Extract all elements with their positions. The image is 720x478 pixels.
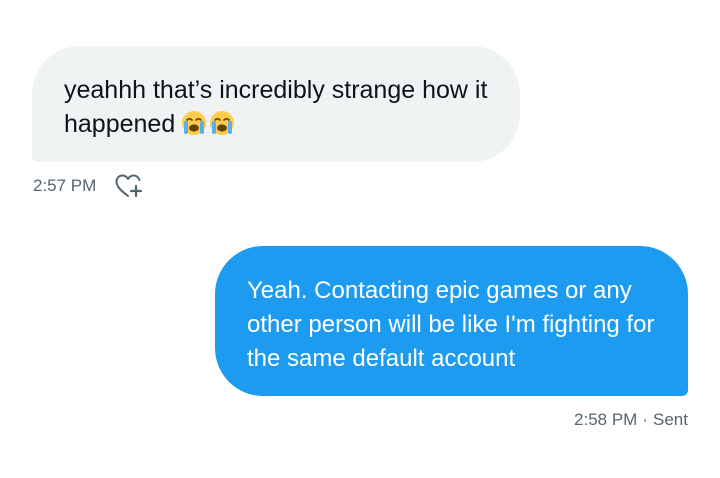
outgoing-message-text: Yeah. Contacting epic games or any other… (247, 277, 655, 372)
meta-separator: · (642, 410, 649, 429)
delivery-status: Sent (653, 410, 688, 429)
heart-plus-icon[interactable] (114, 172, 144, 200)
loudly-crying-face-emoji-icon (210, 111, 235, 135)
outgoing-message-meta: 2:58 PM · Sent (574, 407, 688, 433)
incoming-message-meta: 2:57 PM (33, 172, 144, 200)
loudly-crying-face-emoji-icon (182, 111, 207, 135)
incoming-message-bubble[interactable]: yeahhh that’s incredibly strange how it … (32, 46, 520, 162)
incoming-message-time: 2:57 PM (33, 176, 97, 195)
message-thread: yeahhh that’s incredibly strange how it … (0, 0, 720, 478)
emoji-group (181, 110, 235, 136)
incoming-message-text: yeahhh that’s incredibly strange how it … (64, 76, 488, 138)
outgoing-message-time: 2:58 PM (574, 410, 638, 429)
outgoing-message-bubble[interactable]: Yeah. Contacting epic games or any other… (215, 246, 688, 396)
